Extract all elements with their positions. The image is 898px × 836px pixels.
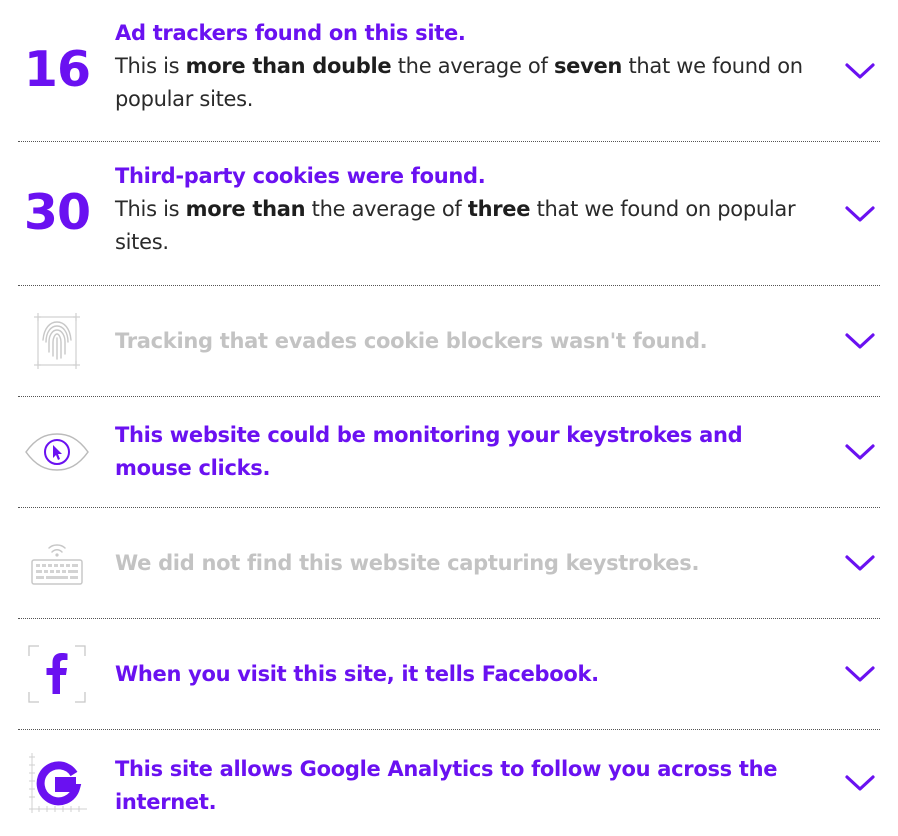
chevron-down-icon[interactable] <box>844 204 876 224</box>
finding-row-facebook-pixel[interactable]: When you visit this site, it tells Faceb… <box>18 619 880 730</box>
finding-row-key-logging[interactable]: We did not find this website capturing k… <box>18 508 880 619</box>
eye-cursor-icon <box>18 397 96 507</box>
finding-heading: This site allows Google Analytics to fol… <box>115 757 778 814</box>
facebook-icon <box>18 619 96 729</box>
finding-heading: Tracking that evades cookie blockers was… <box>115 328 708 353</box>
finding-heading: Third-party cookies were found. <box>115 164 486 188</box>
chevron-down-icon[interactable] <box>844 61 876 81</box>
finding-heading: We did not find this website capturing k… <box>115 550 700 575</box>
finding-row-evasive-tracking[interactable]: Tracking that evades cookie blockers was… <box>18 286 880 397</box>
finding-row-third-party-cookies[interactable]: 30 Third-party cookies were found. This … <box>18 142 880 286</box>
chevron-down-icon[interactable] <box>844 773 876 793</box>
finding-row-session-recording[interactable]: This website could be monitoring your ke… <box>18 397 880 508</box>
ad-trackers-number: 16 <box>23 41 91 98</box>
chevron-down-icon[interactable] <box>844 331 876 351</box>
chevron-down-icon[interactable] <box>844 442 876 462</box>
finding-heading: When you visit this site, it tells Faceb… <box>115 661 599 686</box>
tracker-findings-list: 16 Ad trackers found on this site. This … <box>18 0 880 836</box>
finding-description: This is more than the average of three t… <box>115 197 796 254</box>
keyboard-wifi-icon <box>18 508 96 618</box>
finding-heading: Ad trackers found on this site. <box>115 21 466 45</box>
finding-description: This is more than double the average of … <box>115 54 803 111</box>
cookies-count: 30 <box>18 142 96 285</box>
ad-trackers-count: 16 <box>18 0 96 141</box>
cookies-number: 30 <box>23 184 91 241</box>
chevron-down-icon[interactable] <box>844 664 876 684</box>
finding-heading: This website could be monitoring your ke… <box>115 423 743 480</box>
finding-row-ad-trackers[interactable]: 16 Ad trackers found on this site. This … <box>18 0 880 142</box>
finding-row-google-analytics[interactable]: This site allows Google Analytics to fol… <box>18 730 880 836</box>
google-icon <box>18 730 96 836</box>
fingerprint-icon <box>18 286 96 396</box>
chevron-down-icon[interactable] <box>844 553 876 573</box>
